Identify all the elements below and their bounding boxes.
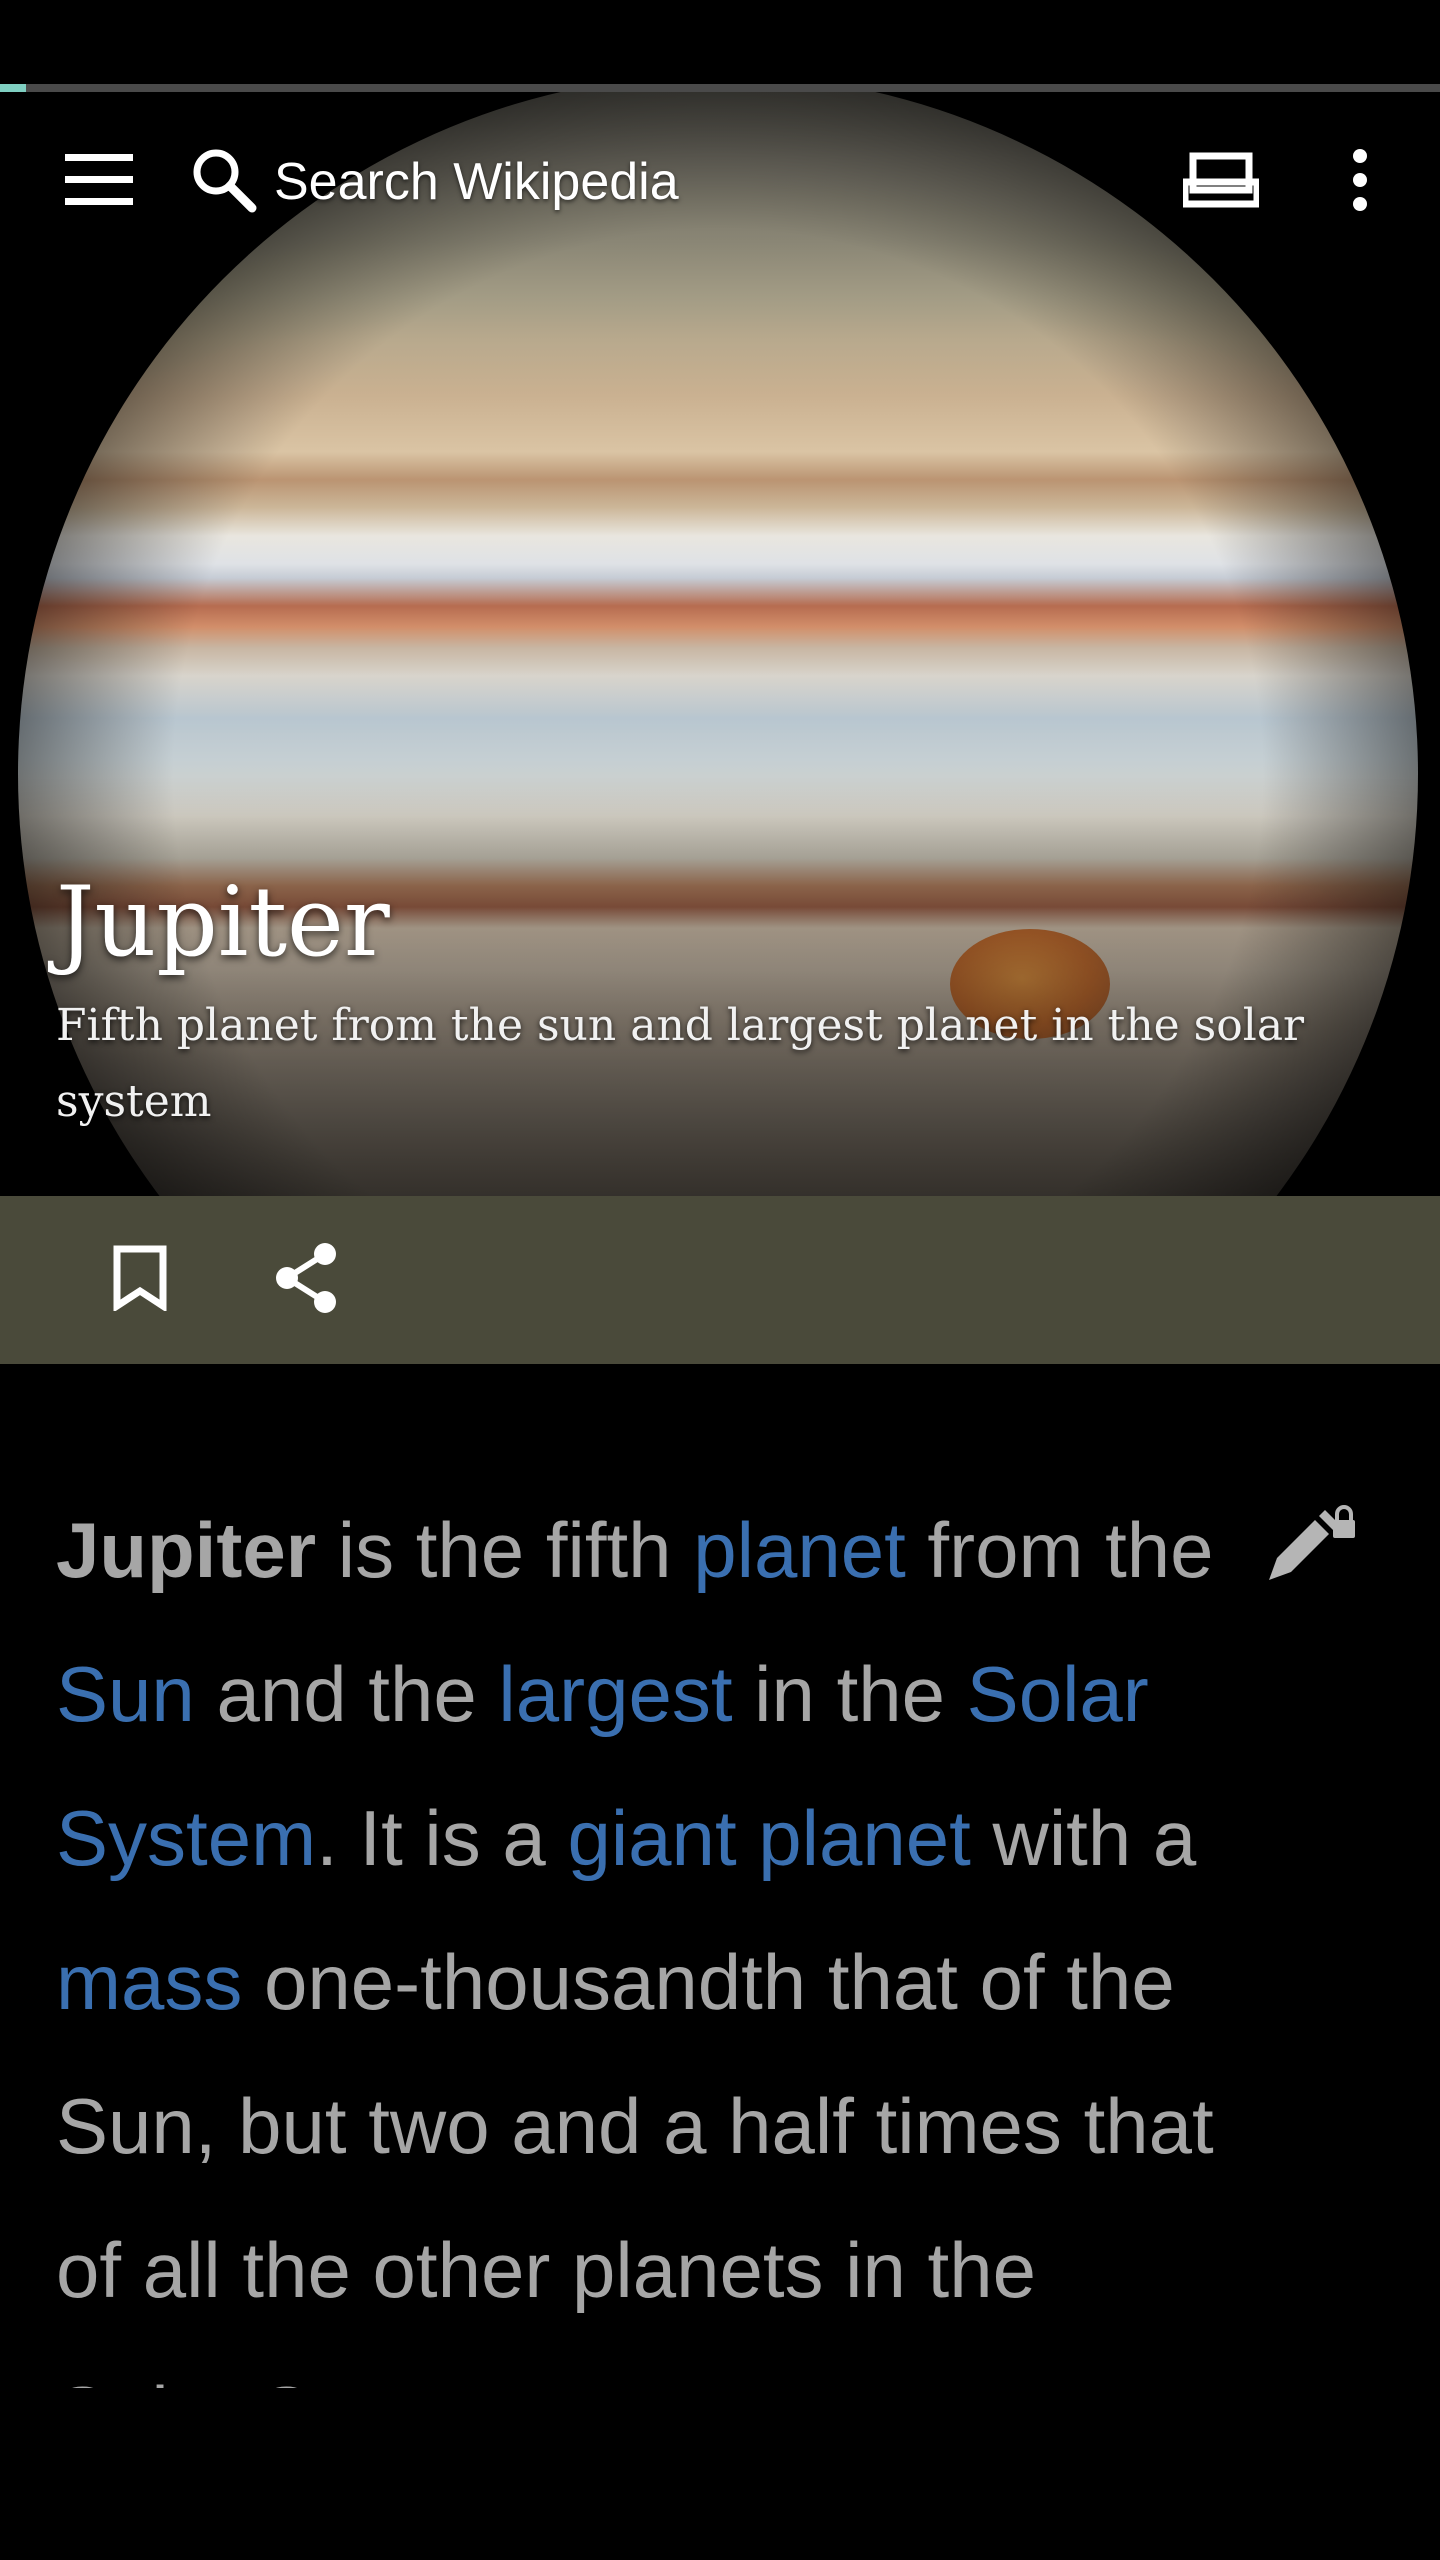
page-load-progress <box>0 84 1440 92</box>
article-text: from the <box>905 1506 1214 1594</box>
article-link[interactable]: largest <box>498 1650 732 1738</box>
edit-locked-icon <box>1259 1500 1359 1595</box>
status-bar <box>0 0 1440 84</box>
article-link[interactable]: mass <box>56 1938 242 2026</box>
article-action-bar <box>0 1196 1440 1364</box>
article-text: is the fifth <box>316 1506 694 1594</box>
article-link[interactable]: Sun <box>56 1650 195 1738</box>
app-toolbar: Search Wikipedia <box>0 92 1440 270</box>
lead-paragraph: Jupiter is the fifth planet from the Sun… <box>56 1478 1386 2388</box>
page-title: Jupiter <box>56 866 390 978</box>
article-text: . It is a <box>316 1794 568 1882</box>
progress-fill <box>0 84 26 92</box>
share-icon <box>271 1241 341 1320</box>
edit-section-button[interactable] <box>1254 1492 1364 1602</box>
bookmark-icon <box>112 1245 168 1316</box>
article-text: and the <box>194 1650 499 1738</box>
hamburger-menu-icon <box>65 153 133 211</box>
search-icon <box>190 146 258 219</box>
overflow-menu-button[interactable] <box>1310 132 1410 232</box>
search-bar[interactable]: Search Wikipedia <box>190 132 890 232</box>
bookmark-button[interactable] <box>90 1226 190 1334</box>
article-text: in the <box>732 1650 967 1738</box>
article-header: Jupiter Fifth planet from the sun and la… <box>56 866 1396 1140</box>
article-content: Jupiter is the fifth planet from the Sun… <box>56 1478 1386 2388</box>
menu-button[interactable] <box>44 132 154 232</box>
search-placeholder: Search Wikipedia <box>274 153 679 211</box>
more-vert-icon <box>1350 148 1370 217</box>
article-subject: Jupiter <box>56 1506 317 1594</box>
page-description: Fifth planet from the sun and largest pl… <box>56 999 1305 1127</box>
article-link[interactable]: planet <box>693 1506 906 1594</box>
article-link[interactable]: giant planet <box>567 1794 970 1882</box>
tabs-icon <box>1181 152 1261 213</box>
share-button[interactable] <box>256 1226 356 1334</box>
tabs-button[interactable] <box>1166 132 1276 232</box>
article-text: with a <box>970 1794 1197 1882</box>
